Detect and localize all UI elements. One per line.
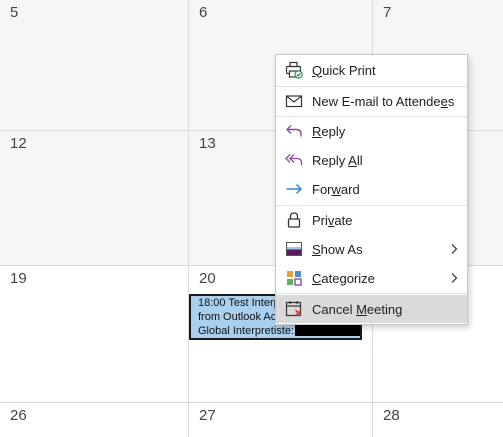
menu-item-reply[interactable]: Reply [276,117,467,145]
day-cell-28[interactable]: 28 [373,403,503,437]
categorize-icon [285,269,303,287]
day-number: 26 [10,407,27,424]
event-line-3: Global Interpretiste: [198,325,294,337]
menu-item-label: Private [312,212,353,228]
day-number: 28 [383,407,400,424]
envelope-icon [285,92,303,110]
menu-item-show-as[interactable]: Show As [276,235,467,263]
menu-item-reply-all[interactable]: Reply All [276,146,467,174]
day-number: 27 [199,407,216,424]
context-menu: Quick Print New E-mail to Attendees Repl… [275,54,468,325]
menu-item-cancel-meeting[interactable]: Cancel Meeting [276,295,467,323]
day-cell-12[interactable]: 12 [0,131,189,266]
day-number: 13 [199,135,216,152]
lock-icon [285,211,303,229]
redaction-bar [295,324,360,336]
day-number: 7 [383,4,392,21]
menu-item-label: Categorize [312,270,375,286]
cancel-meeting-icon [285,300,303,318]
day-cell-5[interactable]: 5 [0,0,189,131]
menu-item-quick-print[interactable]: Quick Print [276,56,467,84]
reply-all-icon [285,151,303,169]
menu-item-label: New E-mail to Attendees [312,93,455,109]
menu-separator [276,293,467,294]
chevron-right-icon [449,271,459,285]
chevron-right-icon [449,242,459,256]
reply-icon [285,122,303,140]
menu-item-label: Cancel Meeting [312,301,403,317]
forward-arrow-icon [285,180,303,198]
menu-item-label: Quick Print [312,62,376,78]
day-cell-26[interactable]: 26 [0,403,189,437]
day-number: 6 [199,4,208,21]
menu-item-forward[interactable]: Forward [276,175,467,203]
menu-item-label: Reply All [312,152,363,168]
day-cell-27[interactable]: 27 [189,403,373,437]
day-number: 20 [199,270,216,287]
menu-item-label: Reply [312,123,346,139]
day-number: 5 [10,4,19,21]
quick-print-icon [285,61,303,79]
day-number: 12 [10,135,27,152]
menu-item-categorize[interactable]: Categorize [276,264,467,292]
menu-item-new-email-to-attendees[interactable]: New E-mail to Attendees [276,87,467,115]
menu-item-label: Forward [312,181,360,197]
menu-item-label: Show As [312,241,363,257]
menu-item-private[interactable]: Private [276,206,467,234]
day-number: 19 [10,270,27,287]
day-cell-19[interactable]: 19 [0,266,189,403]
show-as-icon [285,240,303,258]
